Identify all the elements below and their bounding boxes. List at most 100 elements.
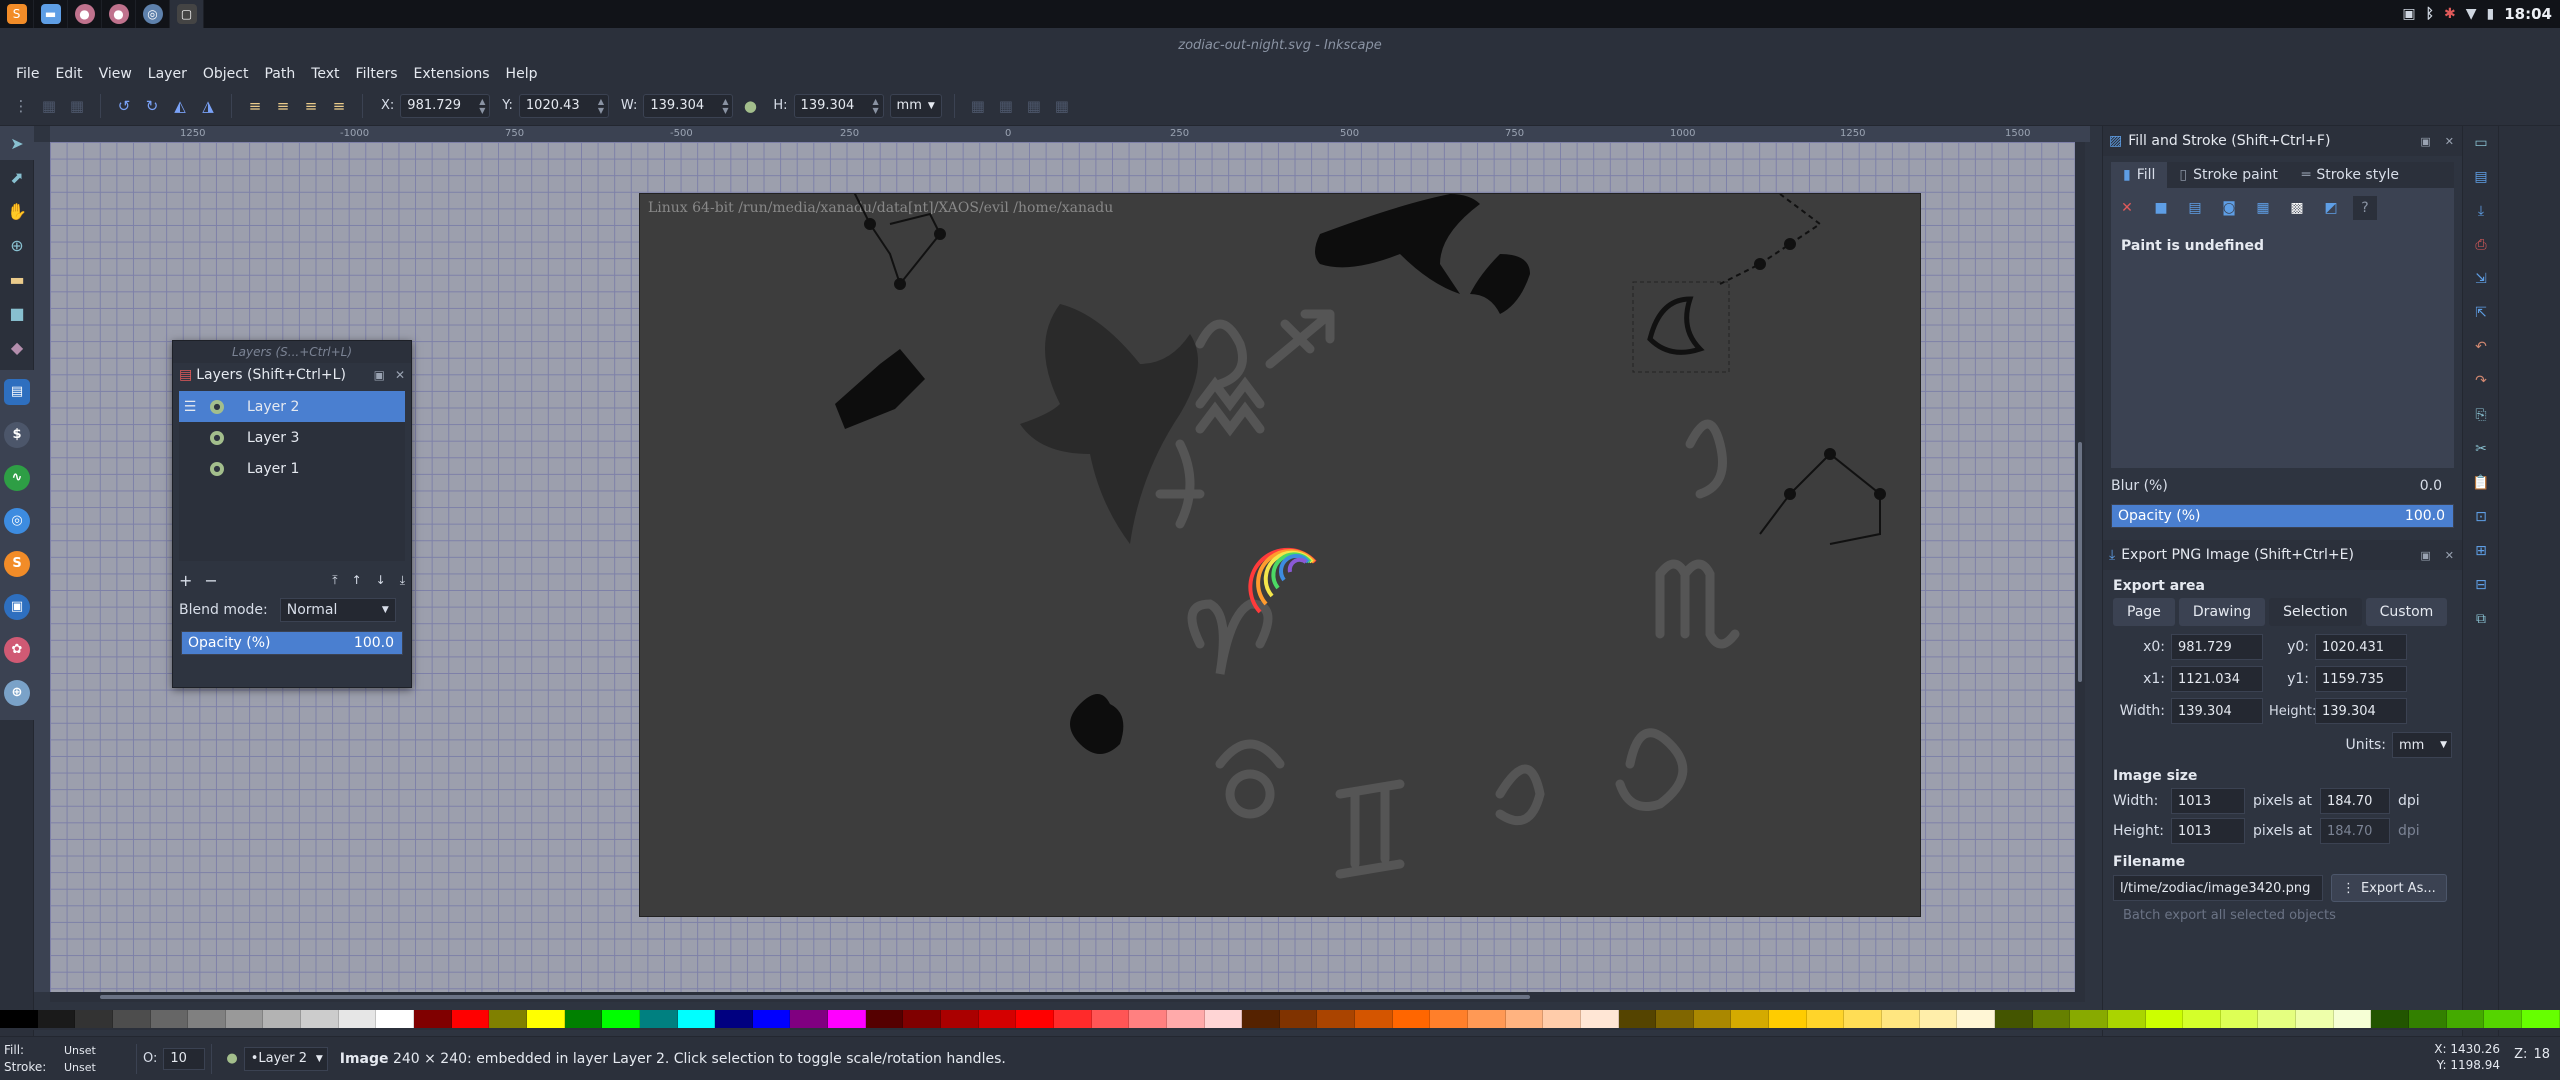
menu-view[interactable]: View	[91, 62, 140, 86]
measure-tool-icon[interactable]: ▬	[0, 262, 34, 296]
taskbar-app-two[interactable]: ●	[102, 0, 136, 28]
palette-swatch[interactable]	[338, 1010, 377, 1028]
palette-swatch[interactable]	[1091, 1010, 1130, 1028]
tweak-tool-icon[interactable]: ✋	[0, 194, 34, 228]
zoom-page-icon[interactable]: ⊟	[2463, 568, 2499, 602]
palette-swatch[interactable]	[1618, 1010, 1657, 1028]
width-field[interactable]: 139.304	[2171, 698, 2263, 724]
x-input[interactable]	[401, 94, 476, 117]
o-field[interactable]: 10	[163, 1047, 206, 1070]
horizontal-scrollbar[interactable]	[50, 992, 2075, 1002]
fill-stroke-indicator[interactable]: Fill: Unset Stroke: Unset	[0, 1042, 130, 1076]
palette-swatch[interactable]	[2220, 1010, 2259, 1028]
palette-swatch[interactable]	[1882, 1010, 1920, 1028]
palette-swatch[interactable]	[489, 1010, 527, 1028]
document-page[interactable]: Linux 64-bit /run/media/xanadu/data[nt]/…	[640, 194, 1920, 916]
dock-finance[interactable]: $	[0, 413, 34, 456]
tab-custom[interactable]: Custom	[2365, 598, 2448, 626]
palette-swatch[interactable]	[1769, 1010, 1807, 1028]
tab-stroke-style[interactable]: ═ Stroke style	[2290, 162, 2411, 188]
rect-tool-icon[interactable]: ■	[0, 296, 34, 330]
palette-swatch[interactable]	[1317, 1010, 1356, 1028]
layer-opacity-slider[interactable]: Opacity (%) 100.0	[181, 631, 403, 655]
print-icon[interactable]: ⎙	[2463, 228, 2499, 262]
new-document-icon[interactable]: ▭	[2463, 126, 2499, 160]
h-input[interactable]	[794, 94, 869, 117]
palette-swatch[interactable]	[1016, 1010, 1054, 1028]
y0-field[interactable]: 1020.431	[2315, 634, 2407, 660]
close-icon[interactable]: ✕	[395, 368, 405, 382]
palette-swatch[interactable]	[1129, 1010, 1167, 1028]
unset-paint-icon[interactable]: ?	[2353, 196, 2377, 220]
palette-swatch[interactable]	[1731, 1010, 1770, 1028]
palette-swatch[interactable]	[1053, 1010, 1092, 1028]
menu-help[interactable]: Help	[498, 62, 546, 86]
open-icon[interactable]: ▤	[2463, 160, 2499, 194]
dock-chromium[interactable]: ◎	[0, 499, 34, 542]
palette-swatch[interactable]	[828, 1010, 866, 1028]
w-input[interactable]	[644, 94, 719, 117]
y-field[interactable]: ▲▼	[518, 93, 609, 118]
select-all-icon[interactable]: ▦	[38, 95, 60, 117]
palette-swatch[interactable]	[150, 1010, 189, 1028]
lower-to-bottom-icon[interactable]: ≡	[328, 95, 350, 117]
layer-row[interactable]: ☰ ● Layer 2	[179, 391, 405, 422]
flip-vertical-icon[interactable]: ◮	[197, 95, 219, 117]
visibility-toggle[interactable]: ●	[201, 461, 233, 476]
node-tool-icon[interactable]: ⬈	[0, 160, 34, 194]
taskbar-app-sublime[interactable]: S	[0, 0, 34, 28]
x1-field[interactable]: 1121.034	[2171, 666, 2263, 692]
current-layer-select[interactable]: •Layer 2 ▼	[243, 1046, 328, 1071]
y1-field[interactable]: 1159.735	[2315, 666, 2407, 692]
clock[interactable]: 18:04	[2504, 5, 2552, 23]
floating-window-title[interactable]: Layers (S...+Ctrl+L)	[173, 341, 411, 363]
dock-network[interactable]: ⊕	[0, 671, 34, 714]
palette-swatch[interactable]	[1204, 1010, 1243, 1028]
menu-file[interactable]: File	[8, 62, 47, 86]
taskbar-app-files[interactable]: ▬	[34, 0, 68, 28]
dock-monitor[interactable]: ∿	[0, 456, 34, 499]
img-width-field[interactable]: 1013	[2171, 788, 2245, 814]
spin-arrows-icon[interactable]: ▲ ▼	[475, 97, 489, 115]
lower-icon[interactable]: ↓	[376, 573, 386, 588]
spin-arrows-icon[interactable]: ▲ ▼	[869, 97, 883, 115]
float-icon[interactable]: ▣	[2420, 135, 2430, 148]
zodiac-artwork[interactable]	[640, 194, 1920, 916]
palette-swatch[interactable]	[2484, 1010, 2522, 1028]
palette-swatch[interactable]	[2333, 1010, 2372, 1028]
save-icon[interactable]: ⤓	[2463, 194, 2499, 228]
palette-swatch[interactable]	[715, 1010, 753, 1028]
palette-swatch[interactable]	[978, 1010, 1017, 1028]
close-icon[interactable]: ✕	[2445, 135, 2454, 148]
visibility-toggle[interactable]: ●	[201, 430, 233, 445]
close-icon[interactable]: ✕	[2445, 549, 2454, 562]
palette-swatch[interactable]	[1392, 1010, 1431, 1028]
palette-swatch[interactable]	[1994, 1010, 2033, 1028]
palette-swatch[interactable]	[1919, 1010, 1958, 1028]
palette-swatch[interactable]	[1505, 1010, 1544, 1028]
palette-swatch[interactable]	[2032, 1010, 2071, 1028]
visibility-toggle[interactable]: ●	[201, 399, 233, 414]
palette-swatch[interactable]	[677, 1010, 716, 1028]
img-height-field[interactable]: 1013	[2171, 818, 2245, 844]
copy-icon[interactable]: ⎘	[2463, 398, 2499, 432]
palette-swatch[interactable]	[225, 1010, 264, 1028]
menu-icon[interactable]: ☰	[179, 399, 201, 415]
rotate-ccw-icon[interactable]: ↺	[113, 95, 135, 117]
selected-image[interactable]	[1632, 281, 1730, 373]
palette-swatch[interactable]	[2296, 1010, 2334, 1028]
palette-swatch[interactable]	[451, 1010, 490, 1028]
palette-swatch[interactable]	[1806, 1010, 1845, 1028]
zoom-tool-icon[interactable]: ⊕	[0, 228, 34, 262]
x0-field[interactable]: 981.729	[2171, 634, 2263, 660]
palette-swatch[interactable]	[301, 1010, 339, 1028]
redo-icon[interactable]: ↷	[2463, 364, 2499, 398]
palette-swatch[interactable]	[2409, 1010, 2447, 1028]
units-select[interactable]: mm ▼	[889, 93, 942, 118]
palette-swatch[interactable]	[1693, 1010, 1732, 1028]
palette-swatch[interactable]	[752, 1010, 791, 1028]
scale-corners-icon[interactable]: ▦	[995, 95, 1017, 117]
remove-layer-icon[interactable]: −	[204, 571, 217, 590]
blur-value[interactable]: 0.0	[2420, 478, 2442, 494]
scroll-thumb[interactable]	[100, 995, 1530, 999]
